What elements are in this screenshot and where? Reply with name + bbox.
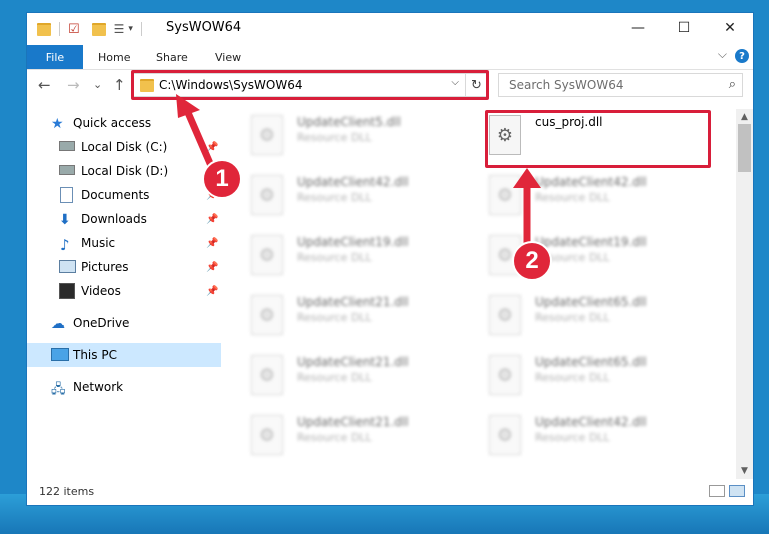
arrow-line-1 (182, 104, 216, 172)
step-callout-1: 1 (202, 159, 242, 199)
annotation-arrows (176, 94, 541, 248)
step-callout-2: 2 (512, 241, 552, 281)
arrow-head-2 (513, 168, 541, 188)
